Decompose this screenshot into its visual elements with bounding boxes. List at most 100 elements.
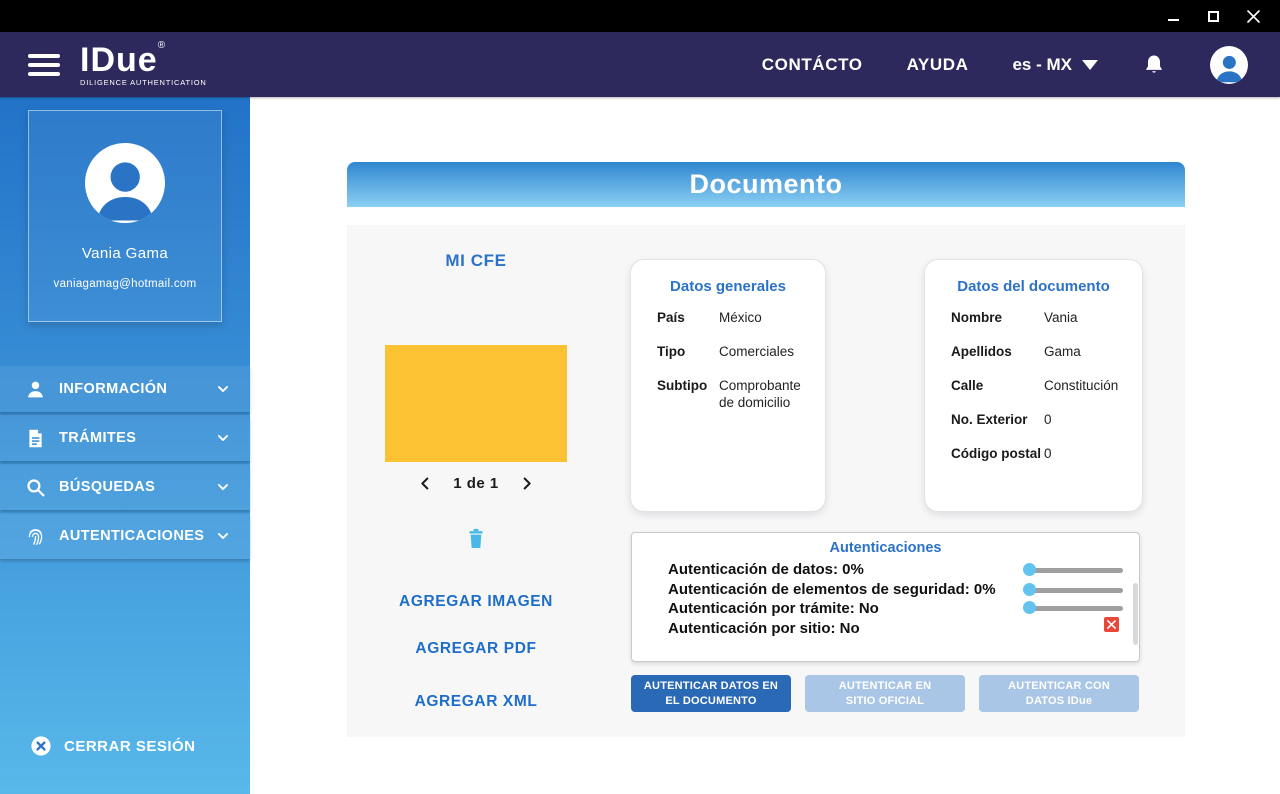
data-row: Calle Constitución (951, 377, 1128, 394)
auth-tramite-slider[interactable] (1023, 601, 1123, 614)
row-value: Comprobante de domicilio (719, 378, 801, 410)
sidebar-item-busquedas[interactable]: BÚSQUEDAS (0, 464, 250, 510)
data-row: País México (657, 309, 811, 326)
chevron-down-icon (217, 435, 229, 441)
sidebar-item-autenticaciones[interactable]: AUTENTICACIONES (0, 513, 250, 559)
sidebar-item-tramites[interactable]: TRÁMITES (0, 415, 250, 461)
maximize-button[interactable] (1200, 5, 1226, 27)
row-label: Apellidos (951, 344, 1012, 359)
profile-card: Vania Gama vaniagamag@hotmail.com (28, 110, 222, 322)
autenticaciones-title: Autenticaciones (829, 540, 942, 556)
card-title: Datos generales (670, 278, 786, 295)
data-row: Tipo Comerciales (657, 343, 811, 360)
app-header: IDue® DILIGENCE AUTHENTICATION CONTÁCTO … (0, 32, 1280, 97)
logo-registered-mark: ® (157, 39, 166, 51)
close-button[interactable] (1240, 5, 1266, 27)
row-label: Código postal (951, 446, 1041, 461)
row-label: Calle (951, 378, 984, 393)
auth-seguridad-slider[interactable] (1023, 583, 1123, 596)
auth-status-line: Autenticación de elementos de seguridad:… (668, 580, 996, 598)
data-row: Nombre Vania (951, 309, 1128, 326)
minimize-icon (1167, 19, 1179, 21)
row-value: 0 (1044, 412, 1052, 427)
row-label: Subtipo (657, 378, 708, 393)
auth-status-line: Autenticación por trámite: No (668, 600, 879, 617)
profile-name: Vania Gama (81, 245, 169, 262)
fingerprint-icon (25, 526, 46, 547)
nav-contacto[interactable]: CONTÁCTO (762, 55, 863, 75)
delete-document-button[interactable] (466, 528, 486, 550)
autenticar-datos-idue-button[interactable]: AUTENTICAR CON DATOS IDue (979, 675, 1139, 712)
user-icon (25, 379, 46, 400)
auth-status-line: Autenticación por sitio: No (668, 619, 860, 637)
chevron-down-icon (217, 533, 229, 539)
logout-label: CERRAR SESIÓN (64, 737, 196, 755)
bell-icon (1146, 55, 1162, 73)
data-row: Subtipo Comprobante de domicilio (657, 377, 811, 411)
add-xml-link[interactable]: AGREGAR XML (347, 693, 605, 711)
person-icon (1216, 55, 1242, 83)
dropdown-arrow-icon (1082, 59, 1098, 70)
sidebar-item-label: INFORMACIÓN (59, 381, 168, 397)
app-window: IDue® DILIGENCE AUTHENTICATION CONTÁCTO … (0, 0, 1280, 794)
language-dropdown[interactable]: es - MX (1012, 55, 1098, 75)
datos-generales-card: Datos generales País México Tipo Comerci… (630, 259, 826, 512)
row-label: Nombre (951, 310, 1003, 325)
logout-button[interactable]: CERRAR SESIÓN (30, 735, 196, 757)
autenticaciones-panel: Autenticaciones Autenticación de datos: … (631, 532, 1140, 662)
row-value: México (719, 310, 762, 325)
previous-page-button[interactable] (418, 476, 433, 491)
notifications-button[interactable] (1142, 53, 1166, 77)
document-name: MI CFE (445, 251, 507, 270)
person-icon (97, 161, 153, 221)
profile-avatar (85, 143, 165, 223)
sidebar-item-informacion[interactable]: INFORMACIÓN (0, 366, 250, 412)
sidebar-menu: INFORMACIÓN TRÁMITES BÚSQUEDAS AUTENTICA… (0, 366, 250, 562)
autenticar-datos-documento-button[interactable]: AUTENTICAR DATOS EN EL DOCUMENTO (631, 675, 791, 712)
sidebar-item-label: TRÁMITES (59, 430, 137, 446)
os-titlebar (0, 0, 1280, 32)
minimize-button[interactable] (1160, 5, 1186, 27)
row-label: País (657, 310, 685, 325)
page-title-banner: Documento (347, 162, 1185, 207)
document-preview-image[interactable] (385, 345, 567, 462)
card-title: Datos del documento (957, 278, 1110, 295)
document-icon (25, 428, 46, 449)
autenticaciones-list: Autenticación de datos: 0% Autenticación… (668, 560, 996, 638)
row-value: Constitución (1044, 378, 1119, 393)
language-label: es - MX (1012, 54, 1072, 74)
search-icon (25, 477, 46, 498)
row-value: Gama (1044, 344, 1081, 359)
data-row: No. Exterior 0 (951, 411, 1128, 428)
panel-scrollbar[interactable] (1133, 583, 1138, 645)
error-x-icon (1104, 617, 1119, 632)
chevron-down-icon (217, 484, 229, 490)
add-image-link[interactable]: AGREGAR IMAGEN (347, 593, 605, 611)
sidebar-item-label: AUTENTICACIONES (59, 528, 205, 544)
close-circle-icon (31, 736, 51, 756)
header-nav: CONTÁCTO AYUDA es - MX (762, 45, 1280, 84)
maximize-icon (1207, 10, 1219, 22)
sidebar-item-label: BÚSQUEDAS (59, 479, 156, 495)
chevron-down-icon (217, 386, 229, 392)
slider-thumb[interactable] (1023, 583, 1036, 596)
user-avatar[interactable] (1210, 45, 1248, 84)
nav-ayuda[interactable]: AYUDA (907, 55, 969, 75)
slider-track (1026, 606, 1123, 611)
slider-track (1026, 568, 1123, 573)
auth-status-line: Autenticación de datos: 0% (668, 561, 864, 578)
autenticar-sitio-oficial-button[interactable]: AUTENTICAR EN SITIO OFICIAL (805, 675, 965, 712)
logo-subtitle: DILIGENCE AUTHENTICATION (80, 77, 207, 87)
row-value: Vania (1044, 310, 1078, 325)
slider-thumb[interactable] (1023, 563, 1036, 576)
profile-email: vaniagamag@hotmail.com (53, 278, 197, 290)
next-page-button[interactable] (519, 476, 534, 491)
hamburger-menu-icon[interactable] (28, 53, 60, 76)
app-logo: IDue® DILIGENCE AUTHENTICATION (80, 39, 207, 87)
add-pdf-link[interactable]: AGREGAR PDF (347, 640, 605, 658)
sidebar: Vania Gama vaniagamag@hotmail.com INFORM… (0, 97, 250, 794)
row-value: Comerciales (719, 344, 795, 359)
slider-thumb[interactable] (1023, 601, 1036, 614)
auth-datos-slider[interactable] (1023, 563, 1123, 576)
row-value: 0 (1044, 446, 1052, 461)
